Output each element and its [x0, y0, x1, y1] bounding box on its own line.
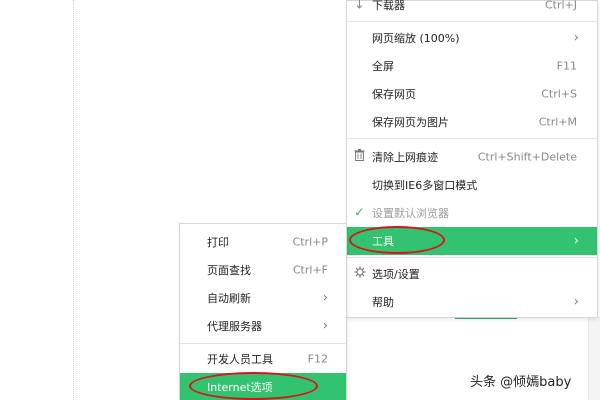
menu-item-shortcut: Ctrl+M — [538, 115, 577, 129]
menu-item-save-page-image[interactable]: 保存网页为图片 Ctrl+M — [347, 108, 597, 136]
chevron-right-icon: › — [573, 30, 579, 46]
submenu-item-print[interactable]: 打印 Ctrl+P — [180, 228, 346, 256]
gear-icon — [354, 266, 366, 282]
page-scrollbar-track[interactable] — [588, 316, 600, 400]
watermark-text: 头条 @倾嫣baby — [470, 375, 572, 390]
submenu-item-proxy[interactable]: 代理服务器 › — [180, 312, 346, 340]
menu-item-label: 工具 — [372, 235, 394, 248]
menu-item-help[interactable]: 帮助 › — [347, 288, 597, 316]
menu-item-shortcut: F11 — [556, 59, 577, 73]
menu-item-shortcut: F12 — [307, 352, 328, 366]
menu-separator — [347, 138, 597, 139]
menu-item-tools[interactable]: 工具 › — [347, 227, 597, 255]
menu-item-set-default-browser[interactable]: ✓ 设置默认浏览器 — [347, 199, 597, 227]
menu-item-shortcut: Ctrl+S — [541, 87, 577, 101]
chevron-right-icon: › — [573, 294, 579, 310]
menu-item-label: 切换到IE6多窗口模式 — [372, 179, 478, 192]
menu-item-label: 打印 — [207, 236, 229, 249]
chevron-right-icon: › — [573, 233, 579, 249]
page-dotted-divider — [73, 0, 74, 400]
menu-item-label: 选项/设置 — [372, 268, 420, 281]
menu-item-label: 清除上网痕迹 — [372, 151, 438, 164]
submenu-item-auto-refresh[interactable]: 自动刷新 › — [180, 284, 346, 312]
menu-item-label: 全屏 — [372, 60, 394, 73]
menu-item-shortcut: Ctrl+P — [292, 235, 328, 249]
menu-separator — [347, 257, 597, 258]
tools-submenu: 打印 Ctrl+P 页面查找 Ctrl+F 自动刷新 › 代理服务器 › 开发人… — [179, 223, 347, 400]
menu-item-options[interactable]: 选项/设置 — [347, 260, 597, 288]
menu-item-label: 开发人员工具 — [207, 353, 273, 366]
menu-item-shortcut: Ctrl+Shift+Delete — [477, 150, 577, 164]
menu-separator — [180, 343, 346, 344]
menu-item-label: 保存网页 — [372, 88, 416, 101]
menu-item-label: 代理服务器 — [207, 320, 262, 333]
menu-item-label: 设置默认浏览器 — [372, 207, 449, 220]
chevron-right-icon: › — [322, 318, 328, 334]
menu-item-label: 网页缩放 (100%) — [372, 32, 460, 45]
menu-item-shortcut: Ctrl+J — [544, 0, 577, 12]
menu-item-label: 帮助 — [372, 296, 394, 309]
menu-item-downloader[interactable]: ↓ 下载器 Ctrl+J — [347, 0, 597, 19]
menu-item-label: 下载器 — [372, 0, 405, 12]
submenu-item-internet-options[interactable]: Internet选项 — [180, 373, 346, 400]
menu-item-label: 保存网页为图片 — [372, 116, 449, 129]
trash-icon — [354, 149, 365, 165]
menu-item-switch-ie6[interactable]: 切换到IE6多窗口模式 — [347, 171, 597, 199]
menu-item-label: Internet选项 — [207, 381, 273, 394]
download-icon: ↓ — [354, 0, 365, 13]
menu-item-label: 自动刷新 — [207, 292, 251, 305]
submenu-item-find[interactable]: 页面查找 Ctrl+F — [180, 256, 346, 284]
menu-item-fullscreen[interactable]: 全屏 F11 — [347, 52, 597, 80]
menu-item-shortcut: Ctrl+F — [292, 263, 328, 277]
menu-item-label: 页面查找 — [207, 264, 251, 277]
menu-item-save-page[interactable]: 保存网页 Ctrl+S — [347, 80, 597, 108]
checkmark-icon: ✓ — [354, 205, 365, 221]
browser-main-menu: ↓ 下载器 Ctrl+J 网页缩放 (100%) › 全屏 F11 保存网页 C… — [346, 0, 598, 318]
submenu-item-dev-tools[interactable]: 开发人员工具 F12 — [180, 345, 346, 373]
menu-item-zoom[interactable]: 网页缩放 (100%) › — [347, 24, 597, 52]
menu-item-clear-history[interactable]: 清除上网痕迹 Ctrl+Shift+Delete — [347, 143, 597, 171]
chevron-right-icon: › — [322, 290, 328, 306]
menu-separator — [347, 21, 597, 22]
